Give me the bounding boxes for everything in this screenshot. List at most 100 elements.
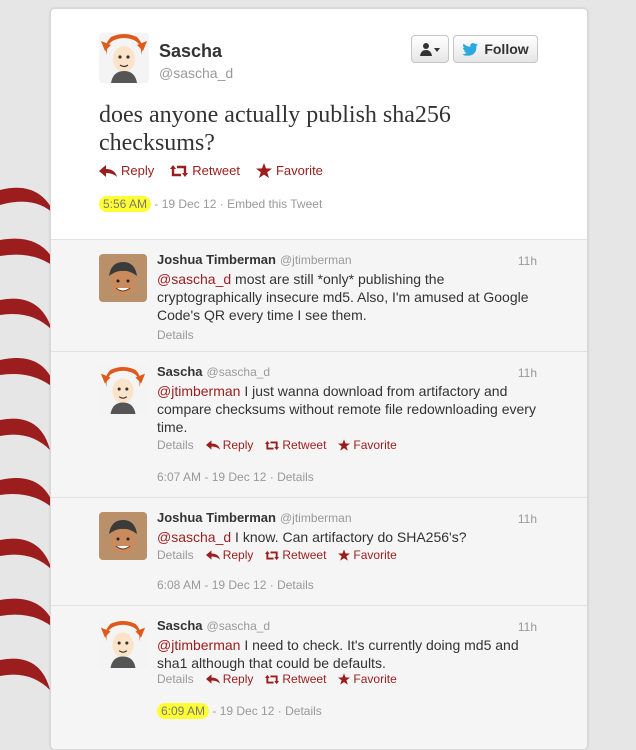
- reply-button[interactable]: Reply: [205, 672, 254, 686]
- list-item[interactable]: Sascha @sascha_d 11h @jtimberman I just w…: [51, 352, 587, 498]
- author-handle[interactable]: @sascha_d: [207, 619, 271, 633]
- star-icon: [338, 439, 351, 451]
- reply-icon: [205, 674, 220, 684]
- reply-age[interactable]: 11h: [518, 620, 537, 634]
- reply-label: Reply: [121, 163, 155, 178]
- reply-icon: [99, 164, 117, 177]
- avatar[interactable]: [99, 620, 147, 668]
- details-link[interactable]: Details: [285, 704, 322, 718]
- author-name[interactable]: Sascha: [157, 618, 203, 633]
- retweet-button[interactable]: Retweet: [170, 163, 240, 178]
- avatar[interactable]: [99, 366, 147, 414]
- favorite-button[interactable]: Favorite: [338, 548, 397, 562]
- reply-label: Reply: [222, 672, 254, 686]
- details-link[interactable]: Details: [157, 438, 194, 452]
- reply-label: Reply: [222, 548, 254, 562]
- details-link[interactable]: Details: [277, 470, 314, 484]
- reply-timestamp[interactable]: 6:08 AM - 19 Dec 12: [157, 578, 266, 592]
- retweet-icon: [170, 164, 189, 177]
- favorite-label: Favorite: [353, 438, 397, 452]
- avatar[interactable]: [99, 512, 147, 560]
- user-actions-button[interactable]: [411, 35, 449, 63]
- details-link[interactable]: Details: [157, 328, 194, 342]
- reply-button[interactable]: Reply: [205, 548, 254, 562]
- separator-dot: ·: [277, 704, 282, 718]
- reply-timestamp[interactable]: 6:07 AM - 19 Dec 12: [157, 470, 266, 484]
- reply-icon: [205, 440, 220, 450]
- retweet-label: Retweet: [282, 438, 327, 452]
- reply-icon: [205, 550, 220, 560]
- retweet-button[interactable]: Retweet: [265, 672, 326, 686]
- reply-author: Sascha @sascha_d: [157, 618, 270, 633]
- embed-tweet-link[interactable]: Embed this Tweet: [227, 197, 322, 211]
- author-handle[interactable]: @jtimberman: [280, 253, 352, 267]
- mention-link[interactable]: @sascha_d: [157, 529, 231, 545]
- replies-list: Joshua Timberman @jtimberman 11h @sascha_…: [51, 239, 587, 749]
- avatar[interactable]: [99, 254, 147, 302]
- reply-time[interactable]: 6:09 AM: [157, 703, 210, 719]
- author-name[interactable]: Sascha: [157, 364, 203, 379]
- mention-link[interactable]: @sascha_d: [157, 271, 231, 287]
- reply-text: @sascha_d I know. Can artifactory do SHA…: [157, 528, 547, 546]
- details-link[interactable]: Details: [157, 672, 194, 686]
- star-icon: [338, 673, 351, 685]
- star-icon: [255, 163, 272, 178]
- tweet-time[interactable]: 5:56 AM: [99, 196, 152, 212]
- author-name[interactable]: Sascha: [159, 41, 222, 62]
- list-item[interactable]: Joshua Timberman @jtimberman 11h @sascha_…: [51, 240, 587, 352]
- reply-links: Details Reply Retweet Favorite: [157, 548, 397, 562]
- retweet-icon: [265, 550, 280, 560]
- reply-text: @jtimberman I just wanna download from a…: [157, 382, 547, 436]
- reply-age[interactable]: 11h: [518, 366, 537, 380]
- joshua-avatar-icon: [99, 512, 147, 560]
- follow-button[interactable]: Follow: [453, 35, 538, 63]
- retweet-label: Retweet: [282, 672, 327, 686]
- reply-author: Joshua Timberman @jtimberman: [157, 252, 352, 267]
- details-link[interactable]: Details: [277, 578, 314, 592]
- sascha-avatar-icon: [99, 366, 147, 414]
- mention-link[interactable]: @jtimberman: [157, 637, 240, 653]
- reply-metadata: 6:09 AM - 19 Dec 12 · Details: [157, 703, 322, 719]
- reply-metadata: 6:07 AM - 19 Dec 12 · Details: [157, 470, 314, 484]
- retweet-icon: [265, 440, 280, 450]
- avatar[interactable]: [99, 33, 149, 83]
- retweet-button[interactable]: Retweet: [265, 548, 326, 562]
- author-name[interactable]: Joshua Timberman: [157, 510, 276, 525]
- list-item[interactable]: Joshua Timberman @jtimberman 11h @sascha_…: [51, 498, 587, 606]
- main-tweet: Sascha @sascha_d Follow does anyone actu…: [51, 9, 587, 239]
- sascha-avatar-icon: [99, 620, 147, 668]
- reply-body: I know. Can artifactory do SHA256's?: [231, 529, 467, 545]
- star-icon: [338, 549, 351, 561]
- separator-dot: ·: [219, 197, 224, 211]
- tweet-actions: Reply Retweet Favorite: [99, 163, 339, 178]
- author-handle[interactable]: @sascha_d: [159, 65, 233, 81]
- reply-date: - 19 Dec 12: [212, 704, 275, 718]
- favorite-label: Favorite: [353, 548, 397, 562]
- list-item[interactable]: Sascha @sascha_d 11h @jtimberman I need t…: [51, 606, 587, 749]
- tweet-date: - 19 Dec 12: [154, 197, 217, 211]
- reply-links: Details Reply Retweet Favorite: [157, 438, 397, 452]
- reply-label: Reply: [222, 438, 254, 452]
- favorite-button[interactable]: Favorite: [255, 163, 323, 178]
- reply-button[interactable]: Reply: [205, 438, 254, 452]
- favorite-label: Favorite: [353, 672, 397, 686]
- author-handle[interactable]: @sascha_d: [207, 365, 271, 379]
- separator-dot: ·: [269, 578, 274, 592]
- reply-button[interactable]: Reply: [99, 163, 154, 178]
- favorite-button[interactable]: Favorite: [338, 438, 397, 452]
- retweet-button[interactable]: Retweet: [265, 438, 326, 452]
- details-link[interactable]: Details: [157, 548, 194, 562]
- retweet-label: Retweet: [282, 548, 327, 562]
- reply-age[interactable]: 11h: [518, 512, 537, 526]
- reply-age[interactable]: 11h: [518, 254, 537, 268]
- joshua-avatar-icon: [99, 254, 147, 302]
- author-handle[interactable]: @jtimberman: [280, 511, 352, 525]
- sascha-avatar-icon: [99, 33, 149, 83]
- reply-author: Sascha @sascha_d: [157, 364, 270, 379]
- tweet-text: does anyone actually publish sha256 chec…: [99, 102, 451, 156]
- favorite-label: Favorite: [275, 163, 323, 178]
- mention-link[interactable]: @jtimberman: [157, 383, 240, 399]
- tweet-metadata: 5:56 AM - 19 Dec 12 · Embed this Tweet: [99, 196, 322, 212]
- author-name[interactable]: Joshua Timberman: [157, 252, 276, 267]
- favorite-button[interactable]: Favorite: [338, 672, 397, 686]
